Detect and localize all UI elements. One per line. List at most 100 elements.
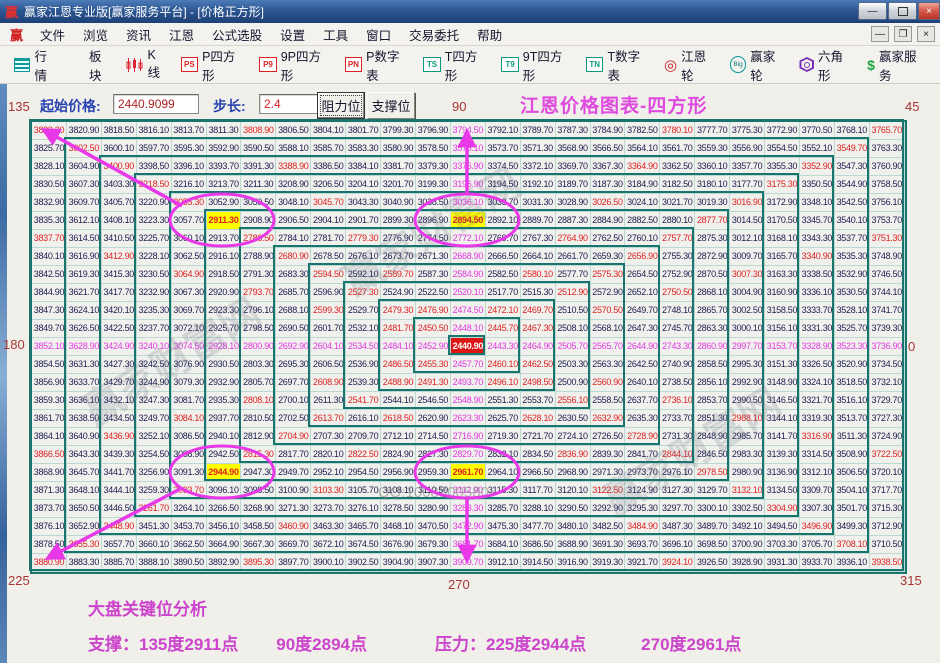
grid-cell: 3228.10 <box>137 248 172 266</box>
gann-angle-cell: 3103.30 <box>311 482 346 500</box>
cardinal-angle-cell: 2505.70 <box>556 338 591 356</box>
grid-cell: 3835.30 <box>32 212 67 230</box>
grid-cell: 2980.90 <box>730 464 765 482</box>
toolbar-item-板块[interactable]: 板块 <box>72 46 114 84</box>
grid-cell: 3076.90 <box>172 356 207 374</box>
grid-cell: 3679.30 <box>416 536 451 554</box>
toolbar-item-行情[interactable]: 行情 <box>14 46 59 84</box>
mdi-button[interactable]: × <box>917 26 935 42</box>
grid-cell: 3936.10 <box>835 554 870 572</box>
maximize-button[interactable] <box>888 2 917 20</box>
support-button[interactable]: 支撑位 <box>367 92 415 119</box>
grid-cell: 2536.90 <box>346 356 381 374</box>
menu-item-交易委托[interactable]: 交易委托 <box>400 23 468 46</box>
grid-cell: 2872.90 <box>695 248 730 266</box>
grid-cell: 2767.30 <box>521 230 556 248</box>
menu-item-浏览[interactable]: 浏览 <box>74 23 117 46</box>
grid-cell: 3873.70 <box>32 500 67 518</box>
grid-cell: 2616.10 <box>346 410 381 428</box>
grid-cell: 3252.10 <box>137 428 172 446</box>
menu-item-江恩[interactable]: 江恩 <box>160 23 203 46</box>
angle-label-90: 90 <box>452 99 466 114</box>
grid-cell: 3640.90 <box>67 428 102 446</box>
toolbar-item-P四方形[interactable]: PSP四方形 <box>181 46 247 84</box>
grid-cell: 2992.90 <box>730 374 765 392</box>
toolbar-item-T数字表[interactable]: TNT数字表 <box>586 46 651 84</box>
grid-cell: 3840.10 <box>32 248 67 266</box>
angle-label-180: 180 <box>3 337 25 352</box>
grid-cell: 3463.30 <box>311 518 346 536</box>
toolbar-item-P数字表[interactable]: PNP数字表 <box>345 46 411 84</box>
menu-item-设置[interactable]: 设置 <box>271 23 314 46</box>
cardinal-angle-cell: 3196.90 <box>451 176 486 194</box>
grid-cell: 3249.70 <box>137 410 172 428</box>
gann-angle-cell: 2836.90 <box>556 446 591 464</box>
cardinal-angle-cell: 3153.70 <box>765 338 800 356</box>
grid-cell: 3391.30 <box>241 158 276 176</box>
start-price-input[interactable]: 2440.9099 <box>113 94 199 114</box>
menu-item-工具[interactable]: 工具 <box>314 23 357 46</box>
gann-angle-cell: 3436.90 <box>102 428 137 446</box>
grid-cell: 3189.70 <box>556 176 591 194</box>
K线-icon <box>126 58 143 72</box>
gann-angle-cell: 2680.90 <box>276 248 311 266</box>
grid-cell: 3386.50 <box>311 158 346 176</box>
grid-cell: 3691.30 <box>591 536 626 554</box>
grid-cell: 3182.50 <box>660 176 695 194</box>
mdi-button[interactable]: — <box>871 26 889 42</box>
板块-icon <box>72 58 86 71</box>
grid-cell: 3928.90 <box>730 554 765 572</box>
grid-cell: 2510.50 <box>556 302 591 320</box>
toolbar-item-T四方形[interactable]: TST四方形 <box>423 46 488 84</box>
grid-cell: 3069.70 <box>172 302 207 320</box>
toolbar-item-六角形[interactable]: 六角形 <box>799 46 854 84</box>
gann-angle-cell: 2498.50 <box>521 374 556 392</box>
grid-cell: 3705.70 <box>800 536 835 554</box>
grid-cell: 3830.50 <box>32 176 67 194</box>
menu-item-文件[interactable]: 文件 <box>31 23 74 46</box>
gann-angle-cell: 2877.70 <box>695 212 730 230</box>
grid-cell: 3290.50 <box>556 500 591 518</box>
grid-cell: 3458.50 <box>241 518 276 536</box>
gann-angle-cell: 2704.90 <box>276 428 311 446</box>
grid-cell: 3571.30 <box>521 140 556 158</box>
grid-cell: 3000.10 <box>730 320 765 338</box>
grid-cell: 3223.30 <box>137 212 172 230</box>
grid-cell: 2652.10 <box>625 284 660 302</box>
grid-cell: 2661.70 <box>556 248 591 266</box>
resistance-button[interactable]: 阻力位 <box>317 92 365 119</box>
gann-angle-cell: 3866.50 <box>32 446 67 464</box>
toolbar-item-赢家轮[interactable]: Big赢家轮 <box>730 46 787 84</box>
grid-cell: 2522.50 <box>416 284 451 302</box>
toolbar-item-赢家服务[interactable]: $赢家服务 <box>867 46 927 84</box>
toolbar-item-K线[interactable]: K线 <box>126 48 167 81</box>
minimize-button[interactable]: — <box>858 2 887 20</box>
grid-cell: 3127.30 <box>660 482 695 500</box>
toolbar-item-江恩轮[interactable]: ◎江恩轮 <box>664 46 717 84</box>
grid-cell: 2596.90 <box>311 284 346 302</box>
menu-item-窗口[interactable]: 窗口 <box>357 23 400 46</box>
gann-angle-cell: 2488.90 <box>381 374 416 392</box>
grid-cell: 3367.30 <box>591 158 626 176</box>
grid-cell: 2529.70 <box>346 302 381 320</box>
menu-item-公式选股[interactable]: 公式选股 <box>203 23 271 46</box>
grid-cell: 3451.30 <box>137 518 172 536</box>
highlighted-cell: 2961.70 <box>451 464 486 482</box>
grid-cell: 3614.50 <box>67 230 102 248</box>
grid-cell: 2553.70 <box>521 392 556 410</box>
grid-cell: 3324.10 <box>800 374 835 392</box>
grid-cell: 2865.70 <box>695 302 730 320</box>
menu-item-帮助[interactable]: 帮助 <box>468 23 511 46</box>
toolbar-item-9T四方形[interactable]: T99T四方形 <box>501 46 573 84</box>
close-button[interactable]: × <box>918 2 940 20</box>
mdi-button[interactable]: ❐ <box>894 26 912 42</box>
grid-cell: 3117.70 <box>521 482 556 500</box>
cardinal-angle-cell: 2997.70 <box>730 338 765 356</box>
grid-cell: 3079.30 <box>172 374 207 392</box>
menu-item-资讯[interactable]: 资讯 <box>117 23 160 46</box>
grid-cell: 3072.10 <box>172 320 207 338</box>
gann-angle-cell: 2575.30 <box>591 266 626 284</box>
grid-cell: 2611.30 <box>311 392 346 410</box>
toolbar-item-9P四方形[interactable]: P99P四方形 <box>259 46 331 84</box>
grid-cell: 3350.50 <box>800 176 835 194</box>
